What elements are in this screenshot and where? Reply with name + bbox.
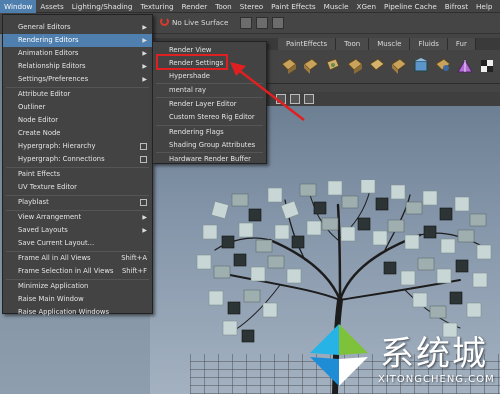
checker-icon[interactable] xyxy=(478,56,496,76)
shelf-tab-fluids[interactable]: Fluids xyxy=(410,38,448,50)
menu-item-create-node[interactable]: Create Node xyxy=(3,127,152,140)
magnet-icon[interactable] xyxy=(160,17,169,26)
menu-stereo[interactable]: Stereo xyxy=(236,0,267,13)
render-frame-icon[interactable] xyxy=(240,17,252,29)
watermark-url: XITONGCHENG.COM xyxy=(378,374,495,385)
menu-item-relationship-editors[interactable]: Relationship Editors ▶ xyxy=(3,60,152,73)
shelf-tool-icon[interactable] xyxy=(346,56,364,76)
menu-paint-effects[interactable]: Paint Effects xyxy=(267,0,320,13)
submenu-item-rendering-flags[interactable]: Rendering Flags xyxy=(153,126,266,138)
option-box-icon[interactable] xyxy=(140,143,147,150)
shelf-tab-painteffects[interactable]: PaintEffects xyxy=(278,38,337,50)
menu-render[interactable]: Render xyxy=(178,0,212,13)
shelf-tool-icon[interactable] xyxy=(412,56,430,76)
shelf-tab-fur[interactable]: Fur xyxy=(447,38,476,50)
menu-pipeline-cache[interactable]: Pipeline Cache xyxy=(380,0,441,13)
menu-item-node-editor[interactable]: Node Editor xyxy=(3,114,152,127)
menu-help[interactable]: Help xyxy=(472,0,496,13)
ipr-render-icon[interactable] xyxy=(256,17,268,29)
menu-item-view-arrangement[interactable]: View Arrangement ▶ xyxy=(3,211,152,224)
shelf-tool-icon[interactable] xyxy=(324,56,342,76)
menu-item-playblast[interactable]: Playblast xyxy=(3,196,152,209)
menu-item-attribute-editor[interactable]: Attribute Editor xyxy=(3,88,152,101)
menu-lighting-shading[interactable]: Lighting/Shading xyxy=(68,0,137,13)
menu-item-save-current-layout[interactable]: Save Current Layout... xyxy=(3,237,152,250)
menu-assets[interactable]: Assets xyxy=(36,0,67,13)
shelf-tab-muscle[interactable]: Muscle xyxy=(369,38,411,50)
submenu-item-hardware-render-buffer[interactable]: Hardware Render Buffer xyxy=(153,153,266,165)
option-box-icon[interactable] xyxy=(140,199,147,206)
fur-icon[interactable] xyxy=(456,56,474,76)
menu-item-hypergraph-hierarchy[interactable]: Hypergraph: Hierarchy xyxy=(3,140,152,153)
watermark-text: 系统城 xyxy=(380,334,488,374)
menu-item-frame-selection[interactable]: Frame Selection in All Views Shift+F xyxy=(3,265,152,278)
live-surface-label[interactable]: No Live Surface xyxy=(172,18,228,27)
menu-item-raise-main-window[interactable]: Raise Main Window xyxy=(3,293,152,306)
submenu-item-shading-group-attributes[interactable]: Shading Group Attributes xyxy=(153,139,266,151)
menu-item-minimize-application[interactable]: Minimize Application xyxy=(3,280,152,293)
menu-item-paint-effects[interactable]: Paint Effects xyxy=(3,168,152,181)
menu-texturing[interactable]: Texturing xyxy=(136,0,177,13)
menu-item-uv-texture-editor[interactable]: UV Texture Editor xyxy=(3,181,152,194)
menu-muscle[interactable]: Muscle xyxy=(320,0,353,13)
menu-item-rendering-editors[interactable]: Rendering Editors ▶ xyxy=(3,34,152,47)
menu-bar: Window Assets Lighting/Shading Texturing… xyxy=(0,0,500,13)
shelf-tool-icon[interactable] xyxy=(434,56,452,76)
menu-item-outliner[interactable]: Outliner xyxy=(3,101,152,114)
menu-xgen[interactable]: XGen xyxy=(353,0,380,13)
menu-item-frame-all[interactable]: Frame All in All Views Shift+A xyxy=(3,252,152,265)
shelf-tab-toon[interactable]: Toon xyxy=(336,38,370,50)
render-settings-icon[interactable] xyxy=(272,17,284,29)
menu-bifrost[interactable]: Bifrost xyxy=(441,0,472,13)
shelf-tool-icon[interactable] xyxy=(390,56,408,76)
menu-item-hypergraph-connections[interactable]: Hypergraph: Connections xyxy=(3,153,152,166)
option-box-icon[interactable] xyxy=(140,156,147,163)
render-settings-highlight xyxy=(156,54,228,70)
shelf-tool-icon[interactable] xyxy=(368,56,386,76)
menu-window[interactable]: Window xyxy=(0,0,37,13)
annotation-arrow-icon xyxy=(230,62,305,121)
window-menu: General Editors ▶ Rendering Editors ▶ Anim… xyxy=(2,14,153,316)
windows-logo-icon xyxy=(310,324,368,386)
menu-item-saved-layouts[interactable]: Saved Layouts ▶ xyxy=(3,224,152,237)
menu-item-settings-preferences[interactable]: Settings/Preferences ▶ xyxy=(3,73,152,86)
menu-toon[interactable]: Toon xyxy=(211,0,236,13)
menu-item-raise-application-windows[interactable]: Raise Application Windows xyxy=(3,306,152,319)
watermark: 系统城 XITONGCHENG.COM xyxy=(306,322,500,394)
menu-item-animation-editors[interactable]: Animation Editors ▶ xyxy=(3,47,152,60)
menu-item-general-editors[interactable]: General Editors ▶ xyxy=(3,21,152,34)
